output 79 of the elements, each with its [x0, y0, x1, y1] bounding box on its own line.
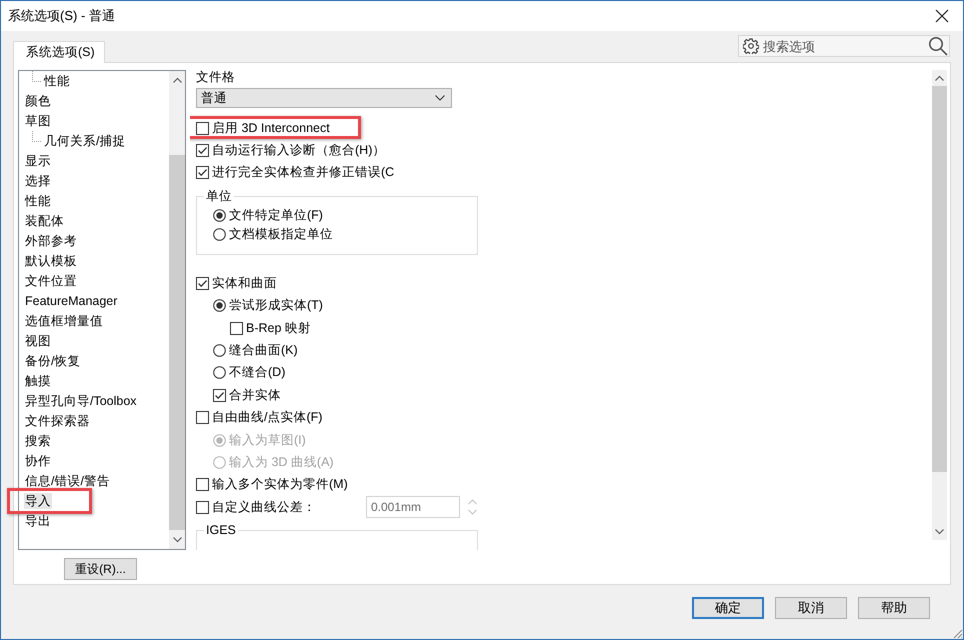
- dropdown[interactable]: 普通: [196, 88, 452, 108]
- dialog-button[interactable]: 帮助: [858, 597, 930, 619]
- tree-item[interactable]: 选值框增量值: [24, 313, 104, 329]
- tree-item[interactable]: 视图: [24, 333, 52, 349]
- option-label: 进行完全实体检查并修正错误(C: [212, 165, 394, 180]
- option-label: 文档模板指定单位: [229, 227, 333, 242]
- checkbox[interactable]: [196, 500, 209, 514]
- tree-item[interactable]: 性能: [43, 73, 71, 89]
- option-label: 启用 3D Interconnect: [212, 120, 330, 136]
- option-label: 输入多个实体为零件(M): [212, 477, 348, 492]
- scrollbar-thumb[interactable]: [169, 155, 185, 530]
- tree-item[interactable]: 默认模板: [24, 253, 78, 269]
- tree-item[interactable]: 搜索: [24, 433, 52, 449]
- tree-connector-icon: [32, 71, 42, 82]
- radio-button[interactable]: [213, 209, 226, 222]
- tree-item[interactable]: 文件探索器: [24, 413, 91, 429]
- tree-item[interactable]: 信息/错误/警告: [24, 473, 111, 489]
- tree-item[interactable]: FeatureManager: [24, 293, 118, 309]
- group-label: IGES: [204, 523, 238, 538]
- option-label: 自由曲线/点实体(F): [212, 410, 322, 426]
- gear-icon[interactable]: [743, 38, 759, 54]
- resize-grip-icon[interactable]: [951, 627, 963, 639]
- close-icon[interactable]: [935, 9, 949, 23]
- tree-item[interactable]: 草图: [24, 113, 52, 129]
- tree-item[interactable]: 显示: [24, 153, 52, 169]
- field-label: 文件格: [196, 70, 235, 84]
- chevron-down-icon: [435, 95, 445, 101]
- option-label: 尝试形成实体(T): [229, 298, 323, 314]
- dialog-button[interactable]: 取消: [775, 597, 847, 619]
- checkbox[interactable]: [230, 322, 243, 335]
- scrollbar[interactable]: [169, 71, 185, 549]
- chevron-down-icon[interactable]: [935, 529, 944, 535]
- option-label: 缝合曲面(K): [229, 343, 298, 358]
- checkbox[interactable]: [196, 478, 209, 492]
- option-label: 合并实体: [229, 388, 281, 403]
- tree-item[interactable]: 选择: [24, 173, 52, 189]
- tree-item[interactable]: 导入: [24, 493, 52, 509]
- option-label: 自定义曲线公差：: [212, 500, 316, 515]
- search-icon[interactable]: [928, 36, 948, 56]
- tree-item[interactable]: 异型孔向导/Toolbox: [24, 393, 138, 409]
- checkbox[interactable]: [196, 411, 209, 424]
- checkbox[interactable]: [213, 388, 226, 402]
- tree-item[interactable]: 几何关系/捕捉: [43, 133, 126, 149]
- radio-button[interactable]: [213, 228, 226, 242]
- option-label: 输入为 3D 曲线(A): [229, 454, 334, 470]
- tree-item[interactable]: 备份/恢复: [24, 353, 82, 369]
- tree-item[interactable]: 外部参考: [24, 233, 78, 249]
- option-label: 实体和曲面: [212, 276, 277, 291]
- chevron-down-icon[interactable]: [172, 537, 182, 543]
- chevron-up-icon[interactable]: [172, 77, 182, 83]
- tree-item[interactable]: 触摸: [24, 373, 52, 389]
- dialog-button[interactable]: 确定: [692, 597, 764, 619]
- search-field[interactable]: 搜索选项: [738, 35, 950, 57]
- checkbox[interactable]: [196, 166, 209, 180]
- tab[interactable]: 系统选项(S): [13, 41, 105, 63]
- scrollbar-thumb[interactable]: [932, 86, 947, 472]
- option-label: B-Rep 映射: [246, 320, 311, 336]
- tree-item[interactable]: 导出: [24, 513, 52, 529]
- option-label: 不缝合(D): [229, 365, 286, 380]
- window-title: 系统选项(S) - 普通: [8, 8, 115, 24]
- chevron-up-icon[interactable]: [935, 75, 944, 81]
- radio-button[interactable]: [213, 366, 226, 380]
- checkbox[interactable]: [196, 144, 209, 158]
- radio-button[interactable]: [213, 299, 226, 312]
- option-label: 文件特定单位(F): [229, 208, 323, 224]
- reset-button[interactable]: 重设(R)...: [64, 558, 137, 580]
- tree-item[interactable]: 文件位置: [24, 273, 78, 289]
- tree-item[interactable]: 性能: [24, 193, 52, 209]
- tree-item[interactable]: 协作: [24, 453, 52, 469]
- tree-connector-icon: [32, 131, 42, 142]
- scrollbar[interactable]: [932, 70, 947, 540]
- tree-item[interactable]: 装配体: [24, 213, 65, 229]
- radio-button[interactable]: [213, 344, 226, 358]
- checkbox[interactable]: [196, 122, 209, 135]
- checkbox[interactable]: [196, 276, 209, 290]
- group-label: 单位: [204, 189, 234, 204]
- tree-item[interactable]: 颜色: [24, 93, 52, 109]
- option-label: 输入为草图(I): [229, 432, 306, 448]
- option-label: 自动运行输入诊断（愈合(H)）: [212, 143, 386, 158]
